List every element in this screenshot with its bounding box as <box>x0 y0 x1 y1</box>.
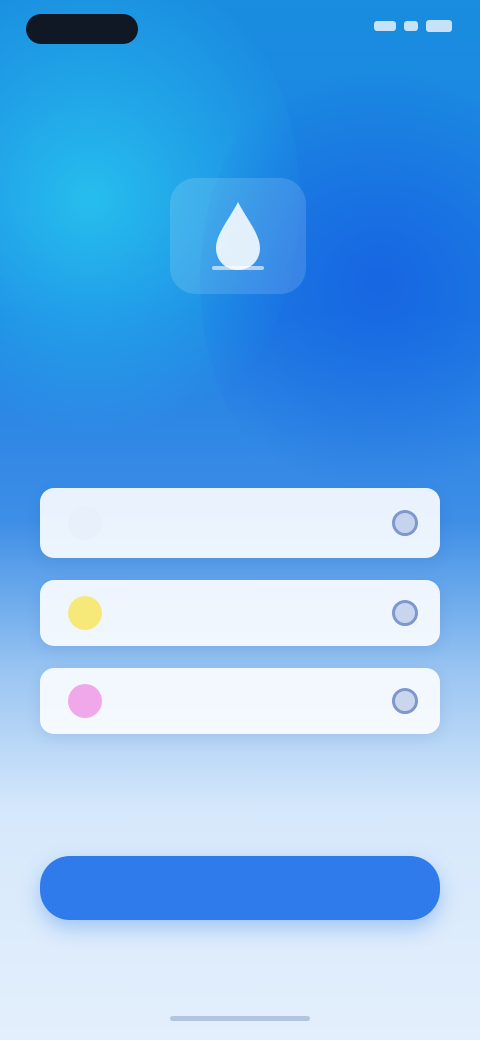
spark-icon <box>68 506 102 540</box>
status-icons <box>374 20 452 32</box>
hero-icon-tile <box>170 178 306 294</box>
option-list <box>40 488 440 734</box>
status-bar <box>0 0 480 60</box>
home-indicator[interactable] <box>170 1016 310 1021</box>
continue-button[interactable] <box>40 856 440 920</box>
flower-icon <box>68 684 102 718</box>
radio-icon[interactable] <box>392 688 418 714</box>
battery-icon <box>426 20 452 32</box>
option-card-3[interactable] <box>40 668 440 734</box>
onboarding-screen <box>0 0 480 1040</box>
signal-icon <box>374 21 396 31</box>
option-card-1[interactable] <box>40 488 440 558</box>
status-time-pill <box>26 14 138 44</box>
sun-icon <box>68 596 102 630</box>
option-card-2[interactable] <box>40 580 440 646</box>
radio-icon[interactable] <box>392 510 418 536</box>
radio-icon[interactable] <box>392 600 418 626</box>
wifi-icon <box>404 21 418 31</box>
drop-icon <box>212 202 264 270</box>
